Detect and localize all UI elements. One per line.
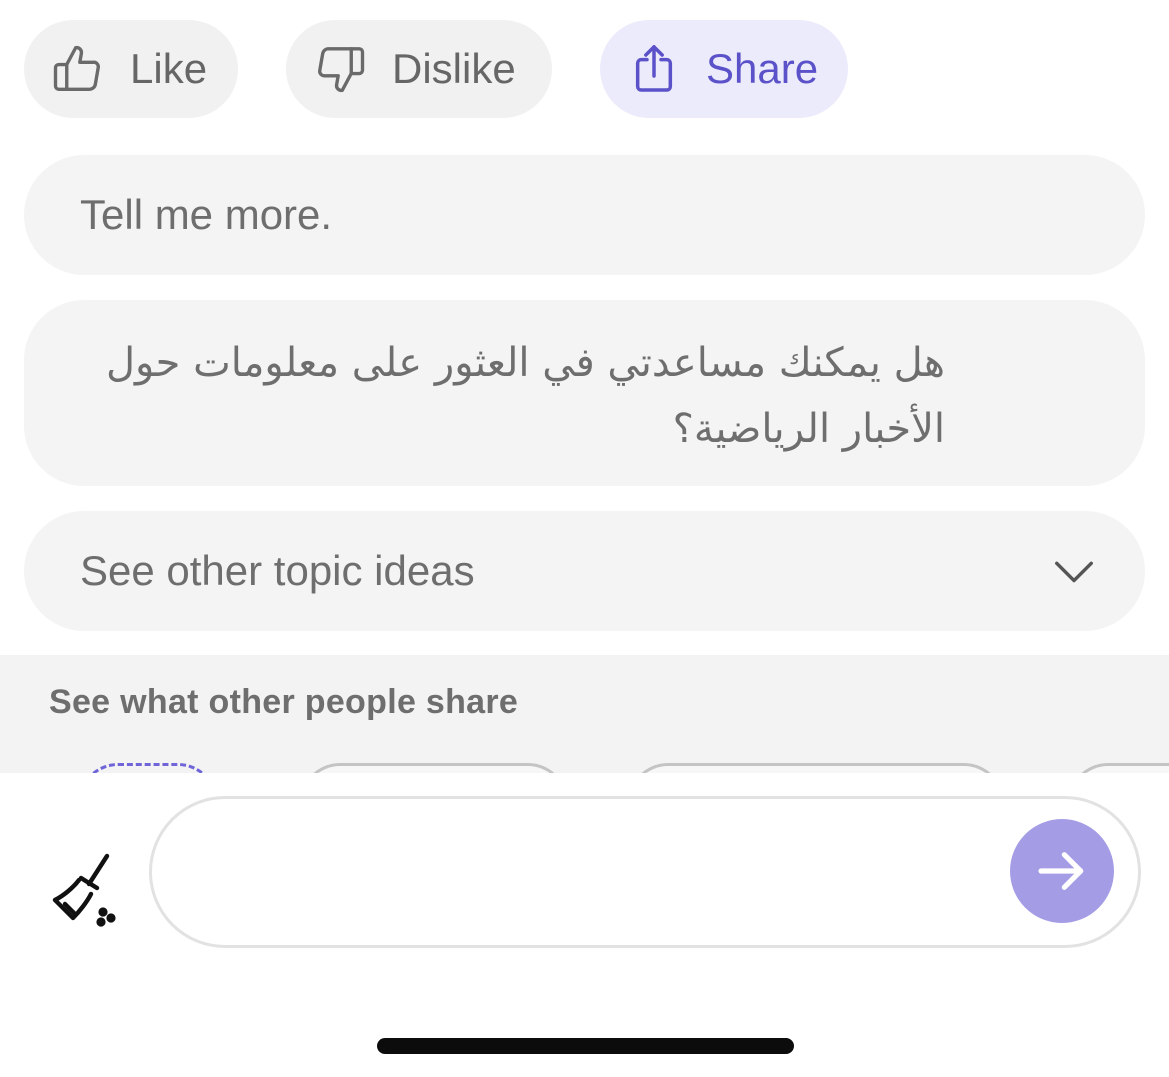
like-label: Like xyxy=(130,45,208,92)
suggestion-tell-me-more[interactable]: Tell me more. xyxy=(24,155,1145,275)
share-button[interactable]: Share xyxy=(600,20,848,118)
share-gallery: See what other people share xyxy=(0,655,1169,773)
reaction-bar: Like Dislike Share xyxy=(24,20,848,118)
share-gallery-heading: See what other people share xyxy=(49,683,519,721)
message-input[interactable] xyxy=(192,799,1016,947)
suggestion-text: Tell me more. xyxy=(80,191,333,238)
thumbs-down-icon xyxy=(312,41,368,97)
composer-bar xyxy=(0,773,1169,973)
chevron-down-icon xyxy=(1051,548,1097,594)
broom-icon[interactable] xyxy=(44,849,126,931)
send-button[interactable] xyxy=(1010,819,1114,923)
chat-page: Like Dislike Share Tell me more. هل يمكن… xyxy=(0,0,1169,1077)
dislike-label: Dislike xyxy=(392,45,516,92)
home-indicator[interactable] xyxy=(377,1038,794,1054)
see-other-topics-dropdown[interactable]: See other topic ideas xyxy=(24,511,1145,631)
share-card[interactable] xyxy=(628,763,1004,773)
suggestion-arabic-sports-news[interactable]: هل يمكنك مساعدتي في العثور على معلومات ح… xyxy=(24,300,1145,486)
arrow-right-icon xyxy=(1038,852,1084,890)
dislike-button[interactable]: Dislike xyxy=(286,20,552,118)
share-label: Share xyxy=(706,45,819,92)
suggestion-text: هل يمكنك مساعدتي في العثور على معلومات ح… xyxy=(105,340,945,452)
share-card[interactable] xyxy=(1068,763,1169,773)
like-button[interactable]: Like xyxy=(24,20,238,118)
share-card[interactable] xyxy=(300,763,568,773)
share-card[interactable] xyxy=(78,763,218,773)
thumbs-up-icon xyxy=(50,41,106,97)
suggestion-text: See other topic ideas xyxy=(80,547,475,594)
message-input-container xyxy=(149,796,1141,948)
share-icon xyxy=(626,41,682,97)
